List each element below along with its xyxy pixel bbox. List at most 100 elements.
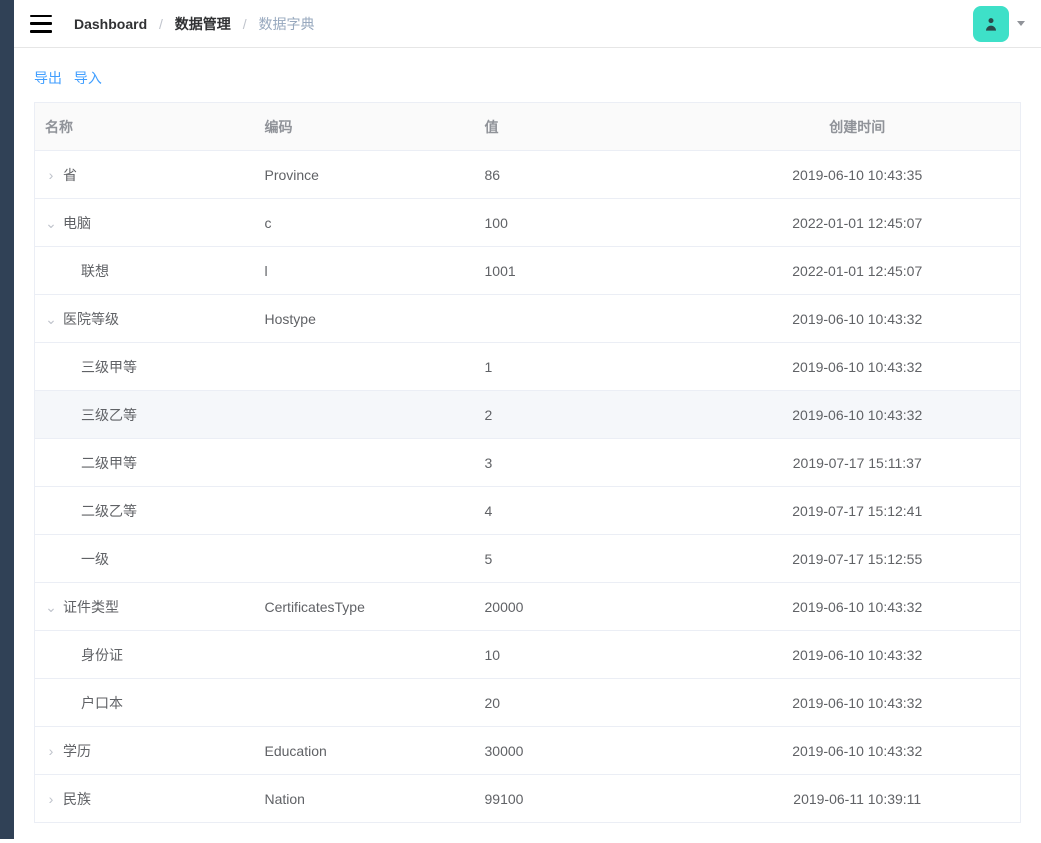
cell-value: 3: [475, 439, 695, 487]
row-name-text: 二级乙等: [81, 503, 137, 519]
cell-value: 20000: [475, 583, 695, 631]
row-name-text: 证件类型: [63, 599, 119, 615]
cell-code: [255, 631, 475, 679]
table-row[interactable]: 三级甲等12019-06-10 10:43:32: [35, 343, 1021, 391]
table-row[interactable]: 二级甲等32019-07-17 15:11:37: [35, 439, 1021, 487]
cell-code: [255, 439, 475, 487]
cell-name: ⌄ 医院等级: [35, 295, 255, 343]
content-area: 导出 导入 名称 编码 值 创建时间 ›省Province862019-06-1…: [14, 48, 1041, 843]
cell-value: 1001: [475, 247, 695, 295]
cell-name: 身份证: [35, 631, 255, 679]
cell-time: 2019-07-17 15:12:41: [695, 487, 1021, 535]
table-header-row: 名称 编码 值 创建时间: [35, 103, 1021, 151]
cell-time: 2019-06-10 10:43:32: [695, 343, 1021, 391]
cell-value: 2: [475, 391, 695, 439]
menu-toggle-icon[interactable]: [30, 15, 52, 33]
cell-time: 2019-06-10 10:43:32: [695, 679, 1021, 727]
page-header: Dashboard / 数据管理 / 数据字典: [14, 0, 1041, 48]
breadcrumb-separator: /: [243, 16, 247, 32]
cell-name: 联想: [35, 247, 255, 295]
cell-time: 2019-07-17 15:11:37: [695, 439, 1021, 487]
table-row[interactable]: 一级52019-07-17 15:12:55: [35, 535, 1021, 583]
cell-time: 2019-06-11 10:39:11: [695, 775, 1021, 823]
cell-time: 2019-06-10 10:43:32: [695, 727, 1021, 775]
breadcrumb: Dashboard / 数据管理 / 数据字典: [70, 14, 318, 34]
cell-code: [255, 487, 475, 535]
cell-code: [255, 679, 475, 727]
table-row[interactable]: 三级乙等 22019-06-10 10:43:32: [35, 391, 1021, 439]
row-name-text: 省: [63, 167, 77, 183]
table-row[interactable]: 身份证 102019-06-10 10:43:32: [35, 631, 1021, 679]
cell-value: 86: [475, 151, 695, 199]
import-link[interactable]: 导入: [74, 70, 102, 86]
row-name-text: 学历: [63, 743, 91, 759]
cell-time: 2019-06-10 10:43:35: [695, 151, 1021, 199]
col-header-name: 名称: [35, 103, 255, 151]
col-header-time: 创建时间: [695, 103, 1021, 151]
cell-name: › 民族: [35, 775, 255, 823]
chevron-down-icon[interactable]: ⌄: [45, 216, 57, 233]
cell-value: 99100: [475, 775, 695, 823]
cell-time: 2019-06-10 10:43:32: [695, 295, 1021, 343]
cell-code: Province: [255, 151, 475, 199]
cell-code: [255, 535, 475, 583]
table-row[interactable]: 二级乙等 42019-07-17 15:12:41: [35, 487, 1021, 535]
cell-code: Nation: [255, 775, 475, 823]
table-row[interactable]: › 民族 Nation991002019-06-11 10:39:11: [35, 775, 1021, 823]
cell-value: [475, 295, 695, 343]
row-name-text: 电脑: [63, 215, 91, 231]
cell-name: ⌄ 电脑: [35, 199, 255, 247]
row-name-text: 联想: [81, 263, 109, 279]
breadcrumb-item-dashboard[interactable]: Dashboard: [74, 16, 147, 32]
table-row[interactable]: 户口本 202019-06-10 10:43:32: [35, 679, 1021, 727]
cell-value: 30000: [475, 727, 695, 775]
user-menu-caret-icon[interactable]: [1017, 21, 1025, 26]
sidebar-collapsed[interactable]: [0, 0, 14, 839]
cell-code: l: [255, 247, 475, 295]
row-name-text: 三级甲等: [81, 359, 137, 375]
dict-table: 名称 编码 值 创建时间 ›省Province862019-06-10 10:4…: [34, 102, 1021, 823]
chevron-down-icon[interactable]: ⌄: [45, 312, 57, 329]
cell-code: c: [255, 199, 475, 247]
cell-code: [255, 391, 475, 439]
cell-name: ⌄ 证件类型: [35, 583, 255, 631]
col-header-value: 值: [475, 103, 695, 151]
cell-value: 20: [475, 679, 695, 727]
table-row[interactable]: 联想 l10012022-01-01 12:45:07: [35, 247, 1021, 295]
breadcrumb-item-datamgmt[interactable]: 数据管理: [175, 16, 231, 32]
chevron-right-icon[interactable]: ›: [45, 745, 57, 761]
cell-value: 4: [475, 487, 695, 535]
export-link[interactable]: 导出: [34, 70, 62, 86]
chevron-right-icon[interactable]: ›: [45, 169, 57, 185]
table-row[interactable]: ⌄ 电脑 c1002022-01-01 12:45:07: [35, 199, 1021, 247]
cell-value: 10: [475, 631, 695, 679]
cell-value: 100: [475, 199, 695, 247]
cell-value: 5: [475, 535, 695, 583]
cell-time: 2019-07-17 15:12:55: [695, 535, 1021, 583]
cell-time: 2019-06-10 10:43:32: [695, 631, 1021, 679]
table-row[interactable]: ⌄ 医院等级 Hostype 2019-06-10 10:43:32: [35, 295, 1021, 343]
avatar[interactable]: [973, 6, 1009, 42]
row-name-text: 民族: [63, 791, 91, 807]
cell-code: [255, 343, 475, 391]
cell-code: Education: [255, 727, 475, 775]
cell-time: 2019-06-10 10:43:32: [695, 391, 1021, 439]
row-name-text: 医院等级: [63, 311, 119, 327]
cell-name: › 学历: [35, 727, 255, 775]
row-name-text: 身份证: [81, 647, 123, 663]
col-header-code: 编码: [255, 103, 475, 151]
row-name-text: 三级乙等: [81, 407, 137, 423]
cell-name: 二级乙等: [35, 487, 255, 535]
cell-time: 2022-01-01 12:45:07: [695, 199, 1021, 247]
row-name-text: 户口本: [81, 695, 123, 711]
cell-name: ›省: [35, 151, 255, 199]
chevron-down-icon[interactable]: ⌄: [45, 600, 57, 617]
cell-name: 户口本: [35, 679, 255, 727]
cell-time: 2022-01-01 12:45:07: [695, 247, 1021, 295]
table-row[interactable]: ⌄证件类型CertificatesType200002019-06-10 10:…: [35, 583, 1021, 631]
table-row[interactable]: › 学历 Education300002019-06-10 10:43:32: [35, 727, 1021, 775]
cell-code: CertificatesType: [255, 583, 475, 631]
table-row[interactable]: ›省Province862019-06-10 10:43:35: [35, 151, 1021, 199]
chevron-right-icon[interactable]: ›: [45, 793, 57, 809]
cell-code: Hostype: [255, 295, 475, 343]
